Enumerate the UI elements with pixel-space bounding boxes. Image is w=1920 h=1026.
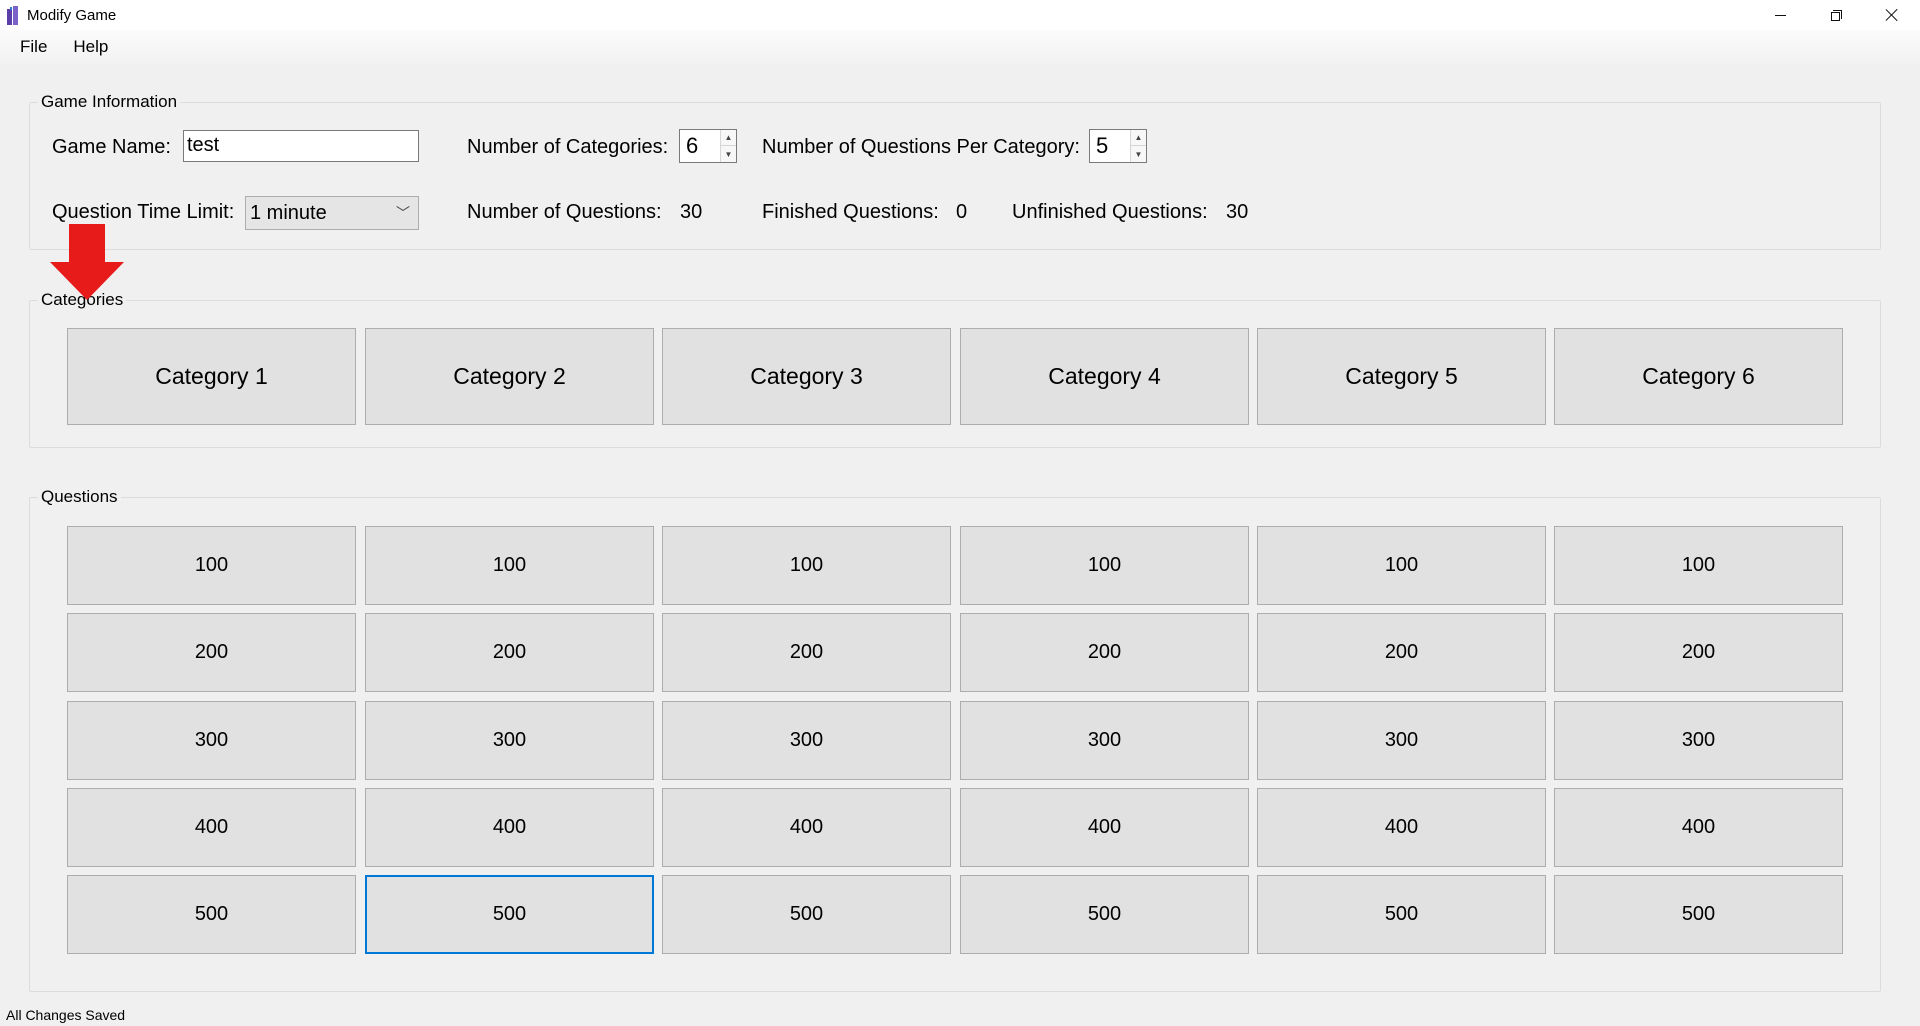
question-button-c4-200[interactable]: 200 bbox=[960, 613, 1249, 692]
questions-per-category-stepper[interactable]: 5 ▲ ▼ bbox=[1089, 129, 1147, 163]
question-button-c4-500[interactable]: 500 bbox=[960, 875, 1249, 954]
window-controls bbox=[1752, 0, 1920, 30]
question-button-c5-500[interactable]: 500 bbox=[1257, 875, 1546, 954]
title-bar: Modify Game bbox=[0, 0, 1920, 30]
spin-up-icon[interactable]: ▲ bbox=[1131, 130, 1146, 146]
menu-help[interactable]: Help bbox=[62, 30, 119, 64]
num-questions-value: 30 bbox=[680, 201, 703, 223]
category-button-2[interactable]: Category 2 bbox=[365, 328, 654, 425]
close-button[interactable] bbox=[1864, 0, 1920, 30]
game-name-label: Game Name: bbox=[52, 136, 171, 158]
minimize-icon bbox=[1774, 14, 1786, 16]
question-button-c3-400[interactable]: 400 bbox=[662, 788, 951, 867]
menu-bar: File Help bbox=[0, 30, 1920, 64]
question-button-c3-200[interactable]: 200 bbox=[662, 613, 951, 692]
question-button-c1-100[interactable]: 100 bbox=[67, 526, 356, 605]
time-limit-label: Question Time Limit: bbox=[52, 201, 235, 223]
question-button-c1-400[interactable]: 400 bbox=[67, 788, 356, 867]
time-limit-select[interactable]: 1 minute ﹀ bbox=[245, 196, 419, 230]
question-button-c6-300[interactable]: 300 bbox=[1554, 701, 1843, 780]
app-icon bbox=[7, 5, 21, 25]
num-questions-label: Number of Questions: bbox=[467, 201, 662, 223]
question-button-c5-200[interactable]: 200 bbox=[1257, 613, 1546, 692]
time-limit-value: 1 minute bbox=[250, 202, 327, 224]
category-button-3[interactable]: Category 3 bbox=[662, 328, 951, 425]
question-button-c1-200[interactable]: 200 bbox=[67, 613, 356, 692]
game-information-legend: Game Information bbox=[38, 92, 181, 112]
question-button-c2-200[interactable]: 200 bbox=[365, 613, 654, 692]
question-button-c5-100[interactable]: 100 bbox=[1257, 526, 1546, 605]
question-button-c4-300[interactable]: 300 bbox=[960, 701, 1249, 780]
unfinished-questions-value: 30 bbox=[1226, 201, 1249, 223]
spin-down-icon[interactable]: ▼ bbox=[1131, 146, 1146, 162]
question-button-c5-300[interactable]: 300 bbox=[1257, 701, 1546, 780]
question-button-c2-400[interactable]: 400 bbox=[365, 788, 654, 867]
question-button-c1-500[interactable]: 500 bbox=[67, 875, 356, 954]
question-button-c3-300[interactable]: 300 bbox=[662, 701, 951, 780]
question-button-c2-500[interactable]: 500 bbox=[365, 875, 654, 954]
category-button-1[interactable]: Category 1 bbox=[67, 328, 356, 425]
question-button-c3-100[interactable]: 100 bbox=[662, 526, 951, 605]
question-button-c3-500[interactable]: 500 bbox=[662, 875, 951, 954]
questions-per-category-label: Number of Questions Per Category: bbox=[762, 136, 1080, 158]
category-button-6[interactable]: Category 6 bbox=[1554, 328, 1843, 425]
questions-per-category-spin: ▲ ▼ bbox=[1130, 130, 1146, 162]
restore-icon bbox=[1830, 9, 1842, 21]
game-name-input[interactable]: test bbox=[183, 130, 419, 162]
question-button-c6-100[interactable]: 100 bbox=[1554, 526, 1843, 605]
num-categories-label: Number of Categories: bbox=[467, 136, 669, 158]
question-button-c5-400[interactable]: 400 bbox=[1257, 788, 1546, 867]
category-button-4[interactable]: Category 4 bbox=[960, 328, 1249, 425]
minimize-button[interactable] bbox=[1752, 0, 1808, 30]
menu-file[interactable]: File bbox=[9, 30, 58, 64]
category-button-5[interactable]: Category 5 bbox=[1257, 328, 1546, 425]
finished-questions-value: 0 bbox=[956, 201, 968, 223]
close-icon bbox=[1885, 8, 1899, 22]
red-arrow-down-icon bbox=[50, 224, 124, 300]
restore-button[interactable] bbox=[1808, 0, 1864, 30]
spin-down-icon[interactable]: ▼ bbox=[721, 146, 736, 162]
num-categories-value: 6 bbox=[686, 133, 699, 158]
questions-per-category-value: 5 bbox=[1096, 133, 1109, 158]
question-button-c4-400[interactable]: 400 bbox=[960, 788, 1249, 867]
status-text: All Changes Saved bbox=[6, 1007, 126, 1023]
num-categories-spin: ▲ ▼ bbox=[720, 130, 736, 162]
num-categories-stepper[interactable]: 6 ▲ ▼ bbox=[679, 129, 737, 163]
question-button-c6-400[interactable]: 400 bbox=[1554, 788, 1843, 867]
question-button-c6-500[interactable]: 500 bbox=[1554, 875, 1843, 954]
question-button-c2-300[interactable]: 300 bbox=[365, 701, 654, 780]
window-title: Modify Game bbox=[27, 6, 117, 24]
question-button-c4-100[interactable]: 100 bbox=[960, 526, 1249, 605]
unfinished-questions-label: Unfinished Questions: bbox=[1012, 201, 1208, 223]
question-button-c2-100[interactable]: 100 bbox=[365, 526, 654, 605]
finished-questions-label: Finished Questions: bbox=[762, 201, 939, 223]
question-button-c1-300[interactable]: 300 bbox=[67, 701, 356, 780]
spin-up-icon[interactable]: ▲ bbox=[721, 130, 736, 146]
status-bar: All Changes Saved bbox=[0, 1004, 1920, 1026]
question-button-c6-200[interactable]: 200 bbox=[1554, 613, 1843, 692]
chevron-down-icon: ﹀ bbox=[396, 205, 410, 221]
questions-legend: Questions bbox=[38, 487, 121, 507]
